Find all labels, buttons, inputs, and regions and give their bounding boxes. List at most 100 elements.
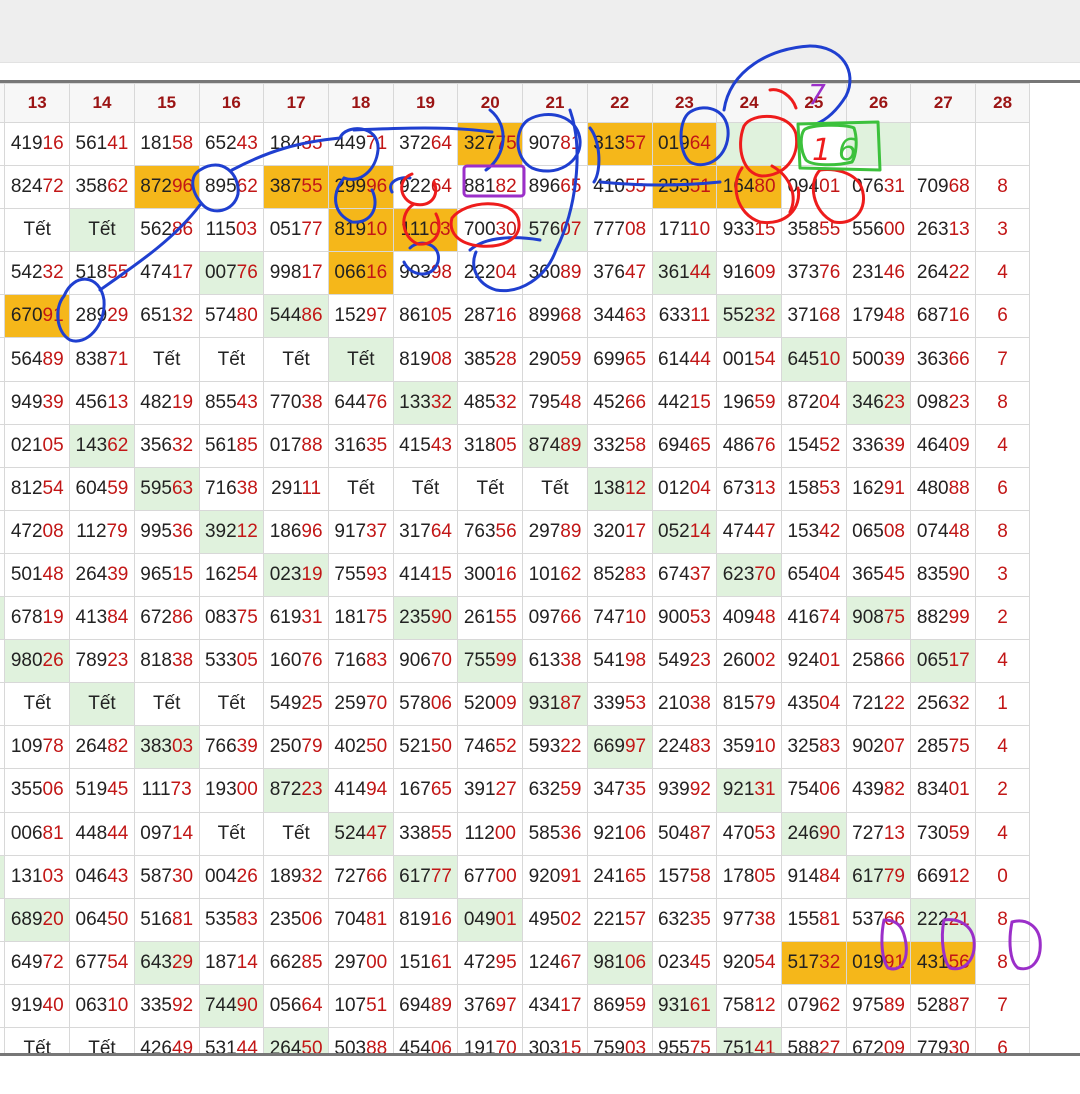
result-cell: 82472 xyxy=(4,165,71,210)
result-cell: 50148 xyxy=(4,552,71,598)
result-cell: 04643 xyxy=(69,854,135,899)
table-row: Tết Tết 56286 11503 05177 81910 11103 70030 5760… xyxy=(0,208,1030,253)
result-cell: 8 xyxy=(975,165,1030,210)
result-cell: 53305 xyxy=(198,639,265,684)
result-cell: 75406 xyxy=(781,768,847,813)
result-cell: 07448 xyxy=(910,509,977,554)
result-cell: 65243 xyxy=(198,121,265,167)
result-cell: 29111 xyxy=(263,466,329,511)
result-cell: 15452 xyxy=(781,423,847,468)
result-cell: 11503 xyxy=(198,208,265,253)
result-cell: 59563 xyxy=(133,466,200,511)
result-cell: 05214 xyxy=(651,509,718,554)
result-cell: 72766 xyxy=(327,854,394,899)
result-cell: 26450 xyxy=(263,1026,329,1053)
day-column-header: 16 xyxy=(198,83,265,123)
result-cell: 39212 xyxy=(198,509,265,554)
result-cell: Tết xyxy=(69,208,135,253)
result-cell: 26313 xyxy=(910,208,977,253)
result-cell: 26155 xyxy=(457,596,524,641)
table-row: 4754232518554741700776998170661690398222… xyxy=(0,251,1030,296)
result-cell: 07962 xyxy=(781,983,847,1028)
result-cell: 58827 xyxy=(781,1026,847,1053)
result-cell: 51681 xyxy=(133,897,200,942)
result-cell: 98026 xyxy=(4,639,71,684)
result-cell: 95575 xyxy=(651,1026,718,1053)
result-cell: 34623 xyxy=(845,380,912,425)
result-cell: 52150 xyxy=(392,725,459,770)
result-cell: 52447 xyxy=(327,811,394,856)
result-cell: 54925 xyxy=(263,682,329,727)
result-cell: 4 xyxy=(975,639,1030,684)
result-cell: 67286 xyxy=(133,596,200,641)
result-cell: 01204 xyxy=(651,466,718,511)
day-column-header: 24 xyxy=(716,83,782,123)
result-cell: 97738 xyxy=(716,897,782,942)
result-cell: 35855 xyxy=(781,208,847,253)
result-cell: 81838 xyxy=(133,639,200,684)
result-cell: 74490 xyxy=(198,983,265,1028)
result-cell: 30315 xyxy=(522,1026,588,1053)
result-cell: 16480 xyxy=(716,165,782,210)
result-cell: 34735 xyxy=(586,768,653,813)
result-cell: Tết xyxy=(457,466,524,511)
result-cell: 11200 xyxy=(457,811,524,856)
result-cell: 32017 xyxy=(586,509,653,554)
day-column-header: 19 xyxy=(392,83,459,123)
result-cell: 77930 xyxy=(910,1026,977,1053)
result-cell: 35632 xyxy=(133,423,200,468)
result-cell: 69489 xyxy=(392,983,459,1028)
result-cell: 49502 xyxy=(522,897,588,942)
result-cell: 23506 xyxy=(263,897,329,942)
result-cell: 96515 xyxy=(133,552,200,598)
table-row: 7813103046435873000426189327276661777677… xyxy=(0,854,1030,899)
result-cell: 25079 xyxy=(263,725,329,770)
result-cell: 51945 xyxy=(69,768,135,813)
result-cell: 29996 xyxy=(327,165,394,210)
result-cell: 67819 xyxy=(4,596,71,641)
result-cell: 85543 xyxy=(198,380,265,425)
result-cell: 52887 xyxy=(910,983,977,1028)
result-cell: 56286 xyxy=(133,208,200,253)
result-cell: 19170 xyxy=(457,1026,524,1053)
result-cell: Tết xyxy=(522,466,588,511)
day-header-row: 1213141516171819202122232425262728 xyxy=(0,83,1030,123)
result-cell: 09401 xyxy=(781,165,847,210)
result-cell: 19300 xyxy=(198,768,265,813)
result-cell: 63235 xyxy=(651,897,718,942)
day-column-header: 18 xyxy=(327,83,394,123)
result-cell: 61444 xyxy=(651,337,718,382)
result-cell xyxy=(845,121,912,167)
result-cell: Tết xyxy=(263,811,329,856)
result-cell: 16254 xyxy=(198,552,265,598)
day-column-header: 28 xyxy=(975,83,1030,123)
result-cell: 13103 xyxy=(4,854,71,899)
result-cell: 77708 xyxy=(586,208,653,253)
result-cell: 4 xyxy=(975,423,1030,468)
result-cell: 99536 xyxy=(133,509,200,554)
result-cell: 16765 xyxy=(392,768,459,813)
result-cell: 66912 xyxy=(910,854,977,899)
result-cell: Tết xyxy=(198,811,265,856)
table-row: 3367091289296513257480544861529786105287… xyxy=(0,294,1030,339)
day-column-header: 25 xyxy=(781,83,847,123)
result-cell: 31805 xyxy=(457,423,524,468)
result-cell: 92264 xyxy=(392,165,459,210)
result-cell: 81579 xyxy=(716,682,782,727)
result-cell: 13332 xyxy=(392,380,459,425)
result-cell: 67700 xyxy=(457,854,524,899)
result-cell: 33592 xyxy=(133,983,200,1028)
result-cell: 88299 xyxy=(910,596,977,641)
result-cell: 78923 xyxy=(69,639,135,684)
result-cell: 87204 xyxy=(781,380,847,425)
result-cell: 21038 xyxy=(651,682,718,727)
result-cell: 77038 xyxy=(263,380,329,425)
result-cell: 62370 xyxy=(716,552,782,598)
result-cell: 18932 xyxy=(263,854,329,899)
result-cell: 32583 xyxy=(781,725,847,770)
results-table-container[interactable]: 1213141516171819202122232425262728 41419… xyxy=(0,80,1080,1056)
result-cell: 25866 xyxy=(845,639,912,684)
day-column-header: 20 xyxy=(457,83,524,123)
result-cell: 19659 xyxy=(716,380,782,425)
result-cell: 17805 xyxy=(716,854,782,899)
